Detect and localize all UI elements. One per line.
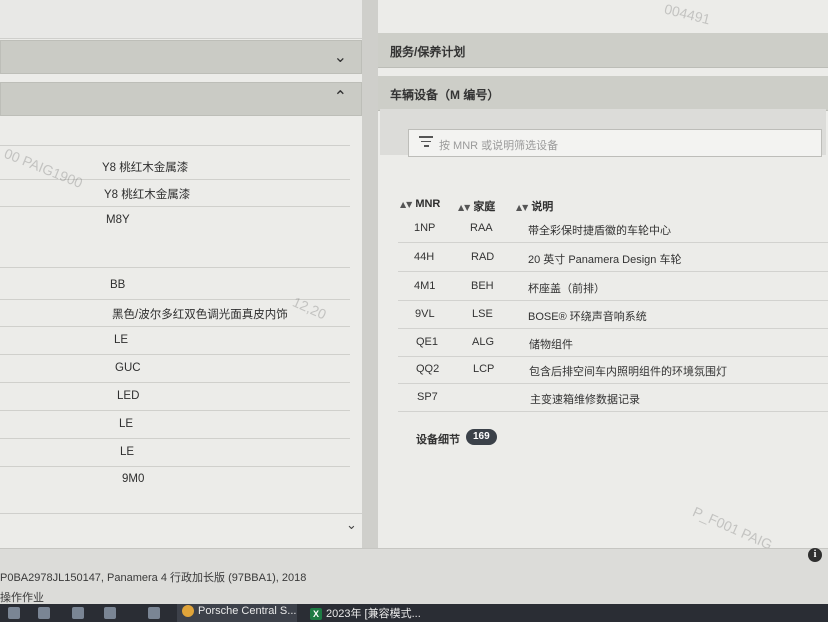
file-explorer-icon[interactable]: [72, 607, 84, 619]
equipment-count-badge: 169: [466, 429, 497, 445]
taskview-icon[interactable]: [104, 607, 116, 619]
chevron-down-icon: ⌄: [333, 47, 347, 66]
chevron-down-icon[interactable]: ⌄: [346, 518, 357, 533]
status-footer: P0BA2978JL150147, Panamera 4 行政加长版 (97BB…: [0, 548, 828, 605]
chrome-icon: [182, 605, 194, 618]
start-icon[interactable]: [8, 607, 20, 619]
panel-top-strip: [0, 0, 362, 39]
equipment-filter-input[interactable]: 按 MNR 或说明筛选设备: [408, 129, 822, 157]
list-item: LE: [0, 439, 350, 467]
taskbar-app-browser[interactable]: Porsche Central S...: [182, 605, 296, 622]
divider: [0, 513, 362, 514]
service-plan-header[interactable]: 服务/保养计划: [378, 33, 828, 68]
table-row: QE1 ALG 储物组件: [398, 328, 828, 357]
list-item: LE: [0, 411, 350, 439]
chevron-up-icon: ⌃: [333, 87, 347, 106]
list-item: M8Y: [0, 207, 350, 268]
expanded-section-header[interactable]: ⌃: [0, 82, 362, 116]
taskbar-app-excel[interactable]: X 2023年 [兼容模式...: [310, 605, 421, 622]
column-header-description[interactable]: ▲▼ 说明: [516, 198, 553, 214]
store-icon[interactable]: [148, 607, 160, 619]
equipment-header[interactable]: 车辆设备（M 编号）: [378, 76, 828, 111]
filter-placeholder: 按 MNR 或说明筛选设备: [439, 140, 559, 152]
table-row: 9VL LSE BOSE® 环绕声音响系统: [398, 300, 828, 329]
table-row: 4M1 BEH 杯座盖（前排）: [398, 272, 828, 301]
operation-label: 操作作业: [0, 592, 44, 604]
list-item: LE: [0, 327, 350, 355]
filter-icon: [419, 136, 433, 150]
list-item: GUC: [0, 355, 350, 383]
column-header-family[interactable]: ▲▼ 家庭: [458, 198, 495, 214]
list-item: LED: [0, 383, 350, 411]
column-header-mnr[interactable]: ▲▼ MNR: [400, 198, 440, 210]
table-row: 1NP RAA 带全彩保时捷盾徽的车轮中心: [398, 214, 828, 243]
list-item: 9M0: [122, 473, 145, 485]
table-row: QQ2 LCP 包含后排空间车内照明组件的环境氛围灯: [398, 355, 828, 384]
sort-icon: ▲▼: [400, 200, 413, 209]
equipment-panel: 服务/保养计划 车辆设备（M 编号） 按 MNR 或说明筛选设备 ▲▼ MNR ▲…: [378, 0, 828, 548]
collapsed-section-header[interactable]: ⌄: [0, 40, 362, 74]
vehicle-identification: P0BA2978JL150147, Panamera 4 行政加长版 (97BB…: [0, 572, 307, 584]
vehicle-data-panel: ⌄ ⌃ Y8 桃红木金属漆 Y8 桃红木金属漆 M8Y BB 黑色/波尔多红双色…: [0, 0, 362, 548]
divider: [0, 145, 350, 146]
sort-icon: ▲▼: [516, 203, 529, 212]
equipment-details-label[interactable]: 设备细节: [416, 431, 460, 447]
list-item: Y8 桃红木金属漆: [0, 179, 350, 207]
info-icon[interactable]: i: [808, 548, 822, 562]
table-row: 44H RAD 20 英寸 Panamera Design 车轮: [398, 243, 828, 272]
table-row: SP7 主变速箱维修数据记录: [398, 383, 828, 412]
search-icon[interactable]: [38, 607, 50, 619]
excel-icon: X: [310, 608, 322, 621]
sort-icon: ▲▼: [458, 203, 471, 212]
